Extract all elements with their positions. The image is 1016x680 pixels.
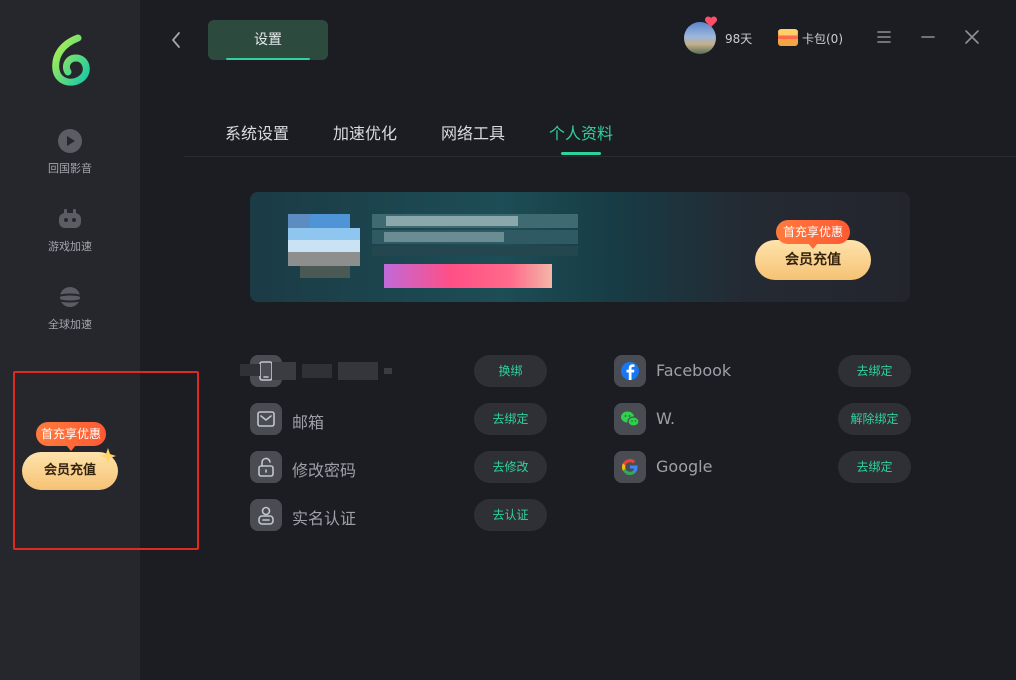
wallet-label[interactable]: 卡包(0) bbox=[802, 30, 843, 47]
blurred-avatar bbox=[288, 214, 310, 228]
google-label: Google bbox=[656, 457, 713, 476]
profile-banner: 会员充值 首充享优惠 bbox=[250, 192, 910, 302]
email-label: 邮箱 bbox=[292, 413, 325, 432]
sparkle-icon bbox=[100, 448, 116, 464]
sidebar-item-label: 游戏加速 bbox=[48, 240, 92, 253]
wechat-label: W. bbox=[656, 409, 676, 428]
real-name-label: 实名认证 bbox=[292, 509, 357, 528]
app-logo bbox=[48, 34, 94, 88]
vip-days: 98天 bbox=[725, 32, 753, 46]
facebook-icon bbox=[614, 355, 646, 387]
rebind-phone-button[interactable]: 换绑 bbox=[474, 355, 547, 387]
tab-acceleration[interactable]: 加速优化 bbox=[333, 120, 397, 144]
tab-system-settings[interactable]: 系统设置 bbox=[225, 120, 289, 144]
back-button[interactable] bbox=[166, 28, 186, 52]
banner-promo-badge: 首充享优惠 bbox=[776, 220, 850, 249]
sidebar-item-label: 回国影音 bbox=[48, 162, 92, 175]
unbind-wechat-button[interactable]: 解除绑定 bbox=[838, 403, 911, 435]
blurred-vip-badge bbox=[384, 264, 552, 288]
heart-badge-icon bbox=[704, 16, 718, 28]
active-tab-indicator bbox=[561, 152, 601, 155]
sidebar-item-media[interactable]: 回国影音 bbox=[0, 128, 140, 176]
facebook-label: Facebook bbox=[656, 361, 732, 380]
verify-identity-button[interactable]: 去认证 bbox=[474, 499, 547, 531]
sidebar-promo-badge: 首充享优惠 bbox=[36, 422, 106, 451]
bind-facebook-button[interactable]: 去绑定 bbox=[838, 355, 911, 387]
gamepad-icon bbox=[57, 206, 83, 232]
sidebar: 回国影音 游戏加速 全球加速 会员充值 首充享优惠 bbox=[0, 0, 199, 680]
id-card-icon bbox=[250, 499, 282, 531]
wallet-icon[interactable] bbox=[778, 29, 798, 46]
close-icon[interactable] bbox=[963, 28, 981, 46]
tab-settings[interactable]: 设置 bbox=[208, 20, 328, 60]
change-password-label: 修改密码 bbox=[292, 461, 357, 480]
menu-icon[interactable] bbox=[875, 28, 893, 46]
bind-email-button[interactable]: 去绑定 bbox=[474, 403, 547, 435]
play-icon bbox=[57, 128, 83, 154]
bind-google-button[interactable]: 去绑定 bbox=[838, 451, 911, 483]
sidebar-item-game[interactable]: 游戏加速 bbox=[0, 206, 140, 254]
unlock-icon bbox=[250, 451, 282, 483]
wechat-icon bbox=[614, 403, 646, 435]
tab-divider bbox=[184, 156, 1016, 157]
sidebar-item-label: 全球加速 bbox=[48, 318, 92, 331]
change-password-button[interactable]: 去修改 bbox=[474, 451, 547, 483]
sidebar-item-global[interactable]: 全球加速 bbox=[0, 284, 140, 332]
google-icon bbox=[614, 451, 646, 483]
tab-network-tools[interactable]: 网络工具 bbox=[441, 120, 505, 144]
planet-icon bbox=[57, 284, 83, 310]
minimize-icon[interactable] bbox=[919, 28, 937, 46]
mail-icon bbox=[250, 403, 282, 435]
blurred-phone-number bbox=[240, 360, 396, 382]
tab-profile[interactable]: 个人资料 bbox=[549, 120, 613, 144]
